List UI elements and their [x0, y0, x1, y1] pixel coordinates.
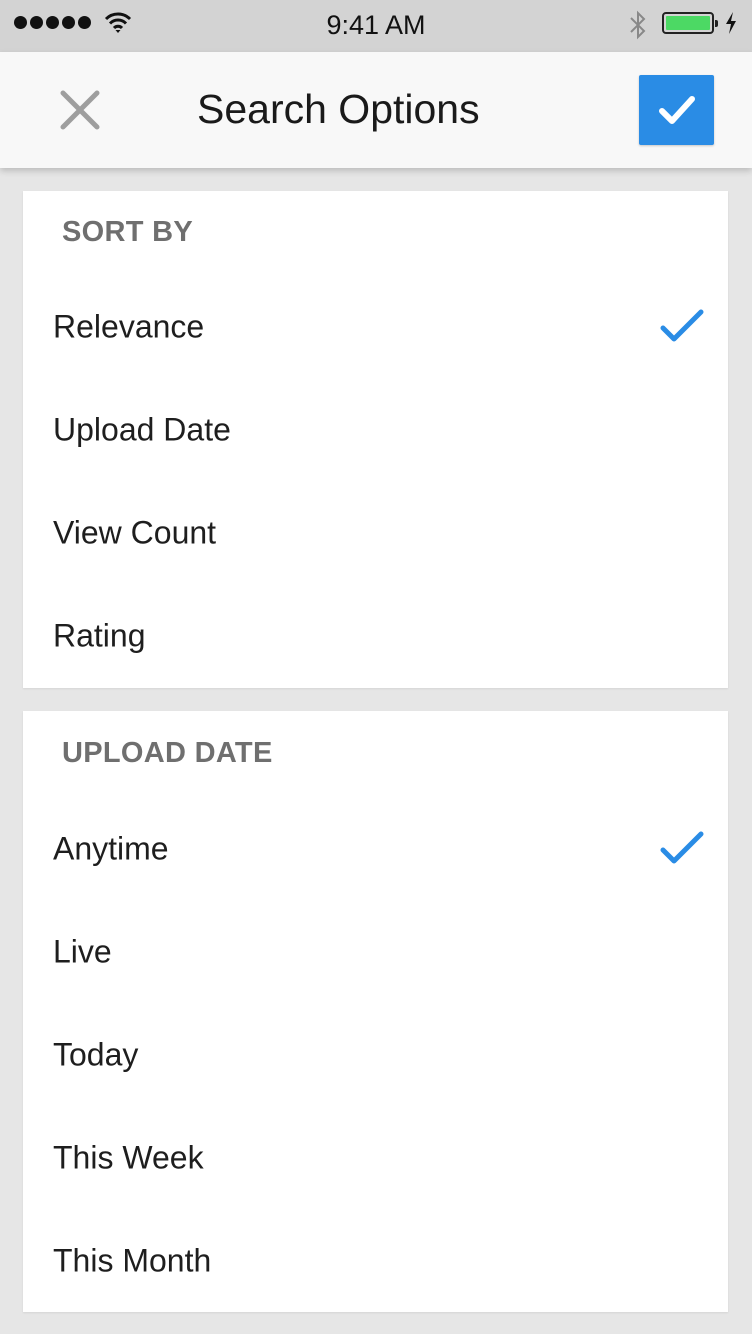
option-label: Rating: [53, 617, 146, 653]
selected-checkmark-icon: [660, 831, 704, 863]
sort-option-view-count[interactable]: View Count: [23, 481, 728, 584]
date-option-live[interactable]: Live: [23, 900, 728, 1003]
sort-option-rating[interactable]: Rating: [23, 584, 728, 687]
option-label: Anytime: [53, 830, 169, 866]
close-button[interactable]: [56, 86, 104, 134]
option-label: Upload Date: [53, 411, 231, 447]
sort-option-upload-date[interactable]: Upload Date: [23, 378, 728, 481]
bluetooth-icon: [630, 10, 646, 40]
header: Search Options: [0, 52, 752, 168]
option-label: Relevance: [53, 308, 205, 344]
section-title: SORT BY: [62, 216, 193, 248]
option-label: This Month: [53, 1242, 212, 1278]
date-option-today[interactable]: Today: [23, 1003, 728, 1106]
checkmark-icon: [658, 96, 695, 124]
option-label: Live: [53, 933, 112, 969]
date-option-this-week[interactable]: This Week: [23, 1106, 728, 1209]
confirm-button[interactable]: [639, 75, 714, 145]
date-option-anytime[interactable]: Anytime: [23, 797, 728, 900]
upload-date-section: UPLOAD DATE Anytime Live Today This Week…: [23, 711, 728, 1312]
section-title: UPLOAD DATE: [62, 737, 273, 769]
sort-option-relevance[interactable]: Relevance: [23, 275, 728, 378]
page-title: Search Options: [197, 86, 480, 132]
date-option-this-month[interactable]: This Month: [23, 1209, 728, 1312]
status-bar: 9:41 AM: [0, 0, 752, 52]
close-icon: [60, 90, 100, 130]
option-label: Today: [53, 1036, 139, 1072]
sort-by-section: SORT BY Relevance Upload Date View Count…: [23, 191, 728, 688]
battery-icon: [662, 12, 718, 34]
option-label: View Count: [53, 514, 217, 550]
selected-checkmark-icon: [660, 309, 704, 341]
option-label: This Week: [53, 1139, 204, 1175]
charging-bolt-icon: [726, 12, 736, 34]
